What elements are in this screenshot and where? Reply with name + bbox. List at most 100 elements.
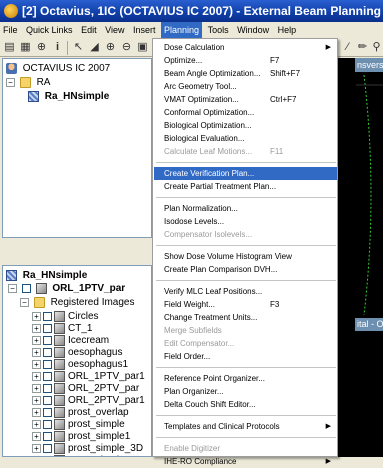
collapse-icon[interactable]: − <box>20 298 29 307</box>
expand-icon[interactable]: + <box>32 444 41 453</box>
registered-image-label: oesophagus <box>68 347 123 358</box>
tree-plan-root[interactable]: Ra_HNsimple <box>6 269 87 282</box>
menu-insert[interactable]: Insert <box>130 22 159 39</box>
draw-icon[interactable]: ⁄ <box>341 41 354 54</box>
collapse-icon[interactable]: − <box>6 78 15 87</box>
contour-icon[interactable]: ◢ <box>88 41 101 54</box>
menu-item-edit-compensator[interactable]: Edit Compensator... <box>154 337 337 350</box>
expand-icon[interactable]: + <box>32 408 41 417</box>
expand-icon[interactable]: + <box>32 336 41 345</box>
print-icon[interactable]: ▦ <box>19 41 32 54</box>
visibility-checkbox[interactable] <box>43 420 52 429</box>
menu-item-reference-point-organizer[interactable]: Reference Point Organizer... <box>154 372 337 385</box>
menu-window[interactable]: Window <box>234 22 272 39</box>
menu-item-merge-subfields[interactable]: Merge Subfields <box>154 324 337 337</box>
search-icon[interactable]: ⚲ <box>370 41 383 54</box>
menu-quick-links[interactable]: Quick Links <box>23 22 76 39</box>
visibility-checkbox[interactable] <box>43 408 52 417</box>
window-title-bar[interactable]: [2] Octavius, 1IC (OCTAVIUS IC 2007) - E… <box>0 0 383 22</box>
save-icon[interactable]: ▤ <box>3 41 16 54</box>
visibility-checkbox[interactable] <box>43 360 52 369</box>
visibility-checkbox[interactable] <box>43 336 52 345</box>
visibility-checkbox[interactable] <box>43 396 52 405</box>
expand-icon[interactable]: + <box>32 324 41 333</box>
tree-plan[interactable]: Ra_HNsimple <box>28 90 109 103</box>
visibility-checkbox[interactable] <box>21 284 31 293</box>
menu-edit[interactable]: Edit <box>78 22 100 39</box>
tree-patient[interactable]: OCTAVIUS IC 2007 <box>6 62 110 75</box>
menu-item-show-dose-volume-histogram-view[interactable]: Show Dose Volume Histogram View <box>154 250 337 263</box>
menu-item-create-verification-plan[interactable]: Create Verification Plan... <box>154 167 337 180</box>
menu-view[interactable]: View <box>102 22 127 39</box>
visibility-checkbox[interactable] <box>43 432 52 441</box>
menu-item-biological-evaluation[interactable]: Biological Evaluation... <box>154 132 337 145</box>
image-icon <box>54 443 65 454</box>
menu-item-create-partial-treatment-plan[interactable]: Create Partial Treatment Plan... <box>154 180 337 193</box>
menu-separator <box>156 437 336 438</box>
menu-item-biological-optimization[interactable]: Biological Optimization... <box>154 119 337 132</box>
expand-icon[interactable]: + <box>32 348 41 357</box>
collapse-icon[interactable]: − <box>8 284 17 293</box>
menu-item-plan-organizer[interactable]: Plan Organizer... <box>154 385 337 398</box>
zoom-in-icon[interactable]: ⊕ <box>104 41 117 54</box>
image-icon <box>54 431 65 442</box>
menu-item-shortcut: F3 <box>270 300 280 309</box>
expand-icon[interactable]: + <box>32 396 41 405</box>
menu-separator <box>156 367 336 368</box>
settings-icon[interactable]: ⊕ <box>35 41 48 54</box>
visibility-checkbox[interactable] <box>43 348 52 357</box>
registered-image-label: prost_simple1 <box>68 431 131 442</box>
menu-item-field-order[interactable]: Field Order... <box>154 350 337 363</box>
menu-item-label: Create Verification Plan... <box>164 169 255 178</box>
expand-icon[interactable]: + <box>32 384 41 393</box>
menu-item-plan-normalization[interactable]: Plan Normalization... <box>154 202 337 215</box>
patient-label: OCTAVIUS IC 2007 <box>22 63 111 74</box>
menu-item-compensator-isolevels[interactable]: Compensator Isolevels... <box>154 228 337 241</box>
registered-image-label: prost_overlap <box>68 407 129 418</box>
expand-icon[interactable]: + <box>32 420 41 429</box>
menu-file[interactable]: File <box>0 22 21 39</box>
menu-item-calculate-leaf-motions[interactable]: Calculate Leaf Motions... F11 <box>154 145 337 158</box>
menu-item-isodose-levels[interactable]: Isodose Levels... <box>154 215 337 228</box>
pane-splitter[interactable] <box>0 238 155 265</box>
menu-item-label: Dose Calculation <box>164 43 225 52</box>
info-icon[interactable]: i <box>51 41 64 54</box>
menu-item-vmat-optimization[interactable]: VMAT Optimization... Ctrl+F7 <box>154 93 337 106</box>
menu-item-change-treatment-units[interactable]: Change Treatment Units... <box>154 311 337 324</box>
menu-help[interactable]: Help <box>275 22 300 39</box>
submenu-arrow-icon: ▶ <box>325 44 331 51</box>
zoom-out-icon[interactable]: ⊖ <box>120 41 133 54</box>
expand-icon[interactable]: + <box>32 432 41 441</box>
menu-item-beam-angle-optimization[interactable]: Beam Angle Optimization... Shift+F7 <box>154 67 337 80</box>
expand-icon[interactable]: + <box>32 372 41 381</box>
menu-item-label: Isodose Levels... <box>164 217 225 226</box>
menu-item-delta-couch-shift-editor[interactable]: Delta Couch Shift Editor... <box>154 398 337 411</box>
tree-registered-images[interactable]: − Registered Images <box>20 296 135 309</box>
image-icon <box>54 419 65 430</box>
menu-item-templates-and-clinical-protocols[interactable]: Templates and Clinical Protocols ▶ <box>154 420 337 433</box>
menu-item-conformal-optimization[interactable]: Conformal Optimization... <box>154 106 337 119</box>
menu-item-enable-digitizer[interactable]: Enable Digitizer <box>154 442 337 455</box>
tree-course[interactable]: − RA <box>6 76 50 89</box>
expand-icon[interactable]: + <box>32 360 41 369</box>
menu-item-dose-calculation[interactable]: Dose Calculation ▶ <box>154 41 337 54</box>
menu-item-label: Plan Organizer... <box>164 387 224 396</box>
tree-reference-image[interactable]: − ORL_1PTV_par <box>8 282 125 295</box>
menu-separator <box>156 197 336 198</box>
visibility-checkbox[interactable] <box>43 324 52 333</box>
menu-item-arc-geometry-tool[interactable]: Arc Geometry Tool... <box>154 80 337 93</box>
visibility-checkbox[interactable] <box>43 444 52 453</box>
expand-icon[interactable]: + <box>32 312 41 321</box>
menu-planning[interactable]: Planning <box>161 22 203 39</box>
visibility-checkbox[interactable] <box>43 384 52 393</box>
menu-item-optimize[interactable]: Optimize... F7 <box>154 54 337 67</box>
pointer-icon[interactable]: ↖ <box>72 41 85 54</box>
pan-icon[interactable]: ▣ <box>136 41 149 54</box>
menu-item-create-plan-comparison-dvh[interactable]: Create Plan Comparison DVH... <box>154 263 337 276</box>
menu-item-field-weight[interactable]: Field Weight... F3 <box>154 298 337 311</box>
pencil-icon[interactable]: ✏ <box>356 41 369 54</box>
menu-tools[interactable]: Tools <box>205 22 232 39</box>
visibility-checkbox[interactable] <box>43 312 52 321</box>
menu-item-verify-mlc-leaf-positions[interactable]: Verify MLC Leaf Positions... <box>154 285 337 298</box>
visibility-checkbox[interactable] <box>43 372 52 381</box>
